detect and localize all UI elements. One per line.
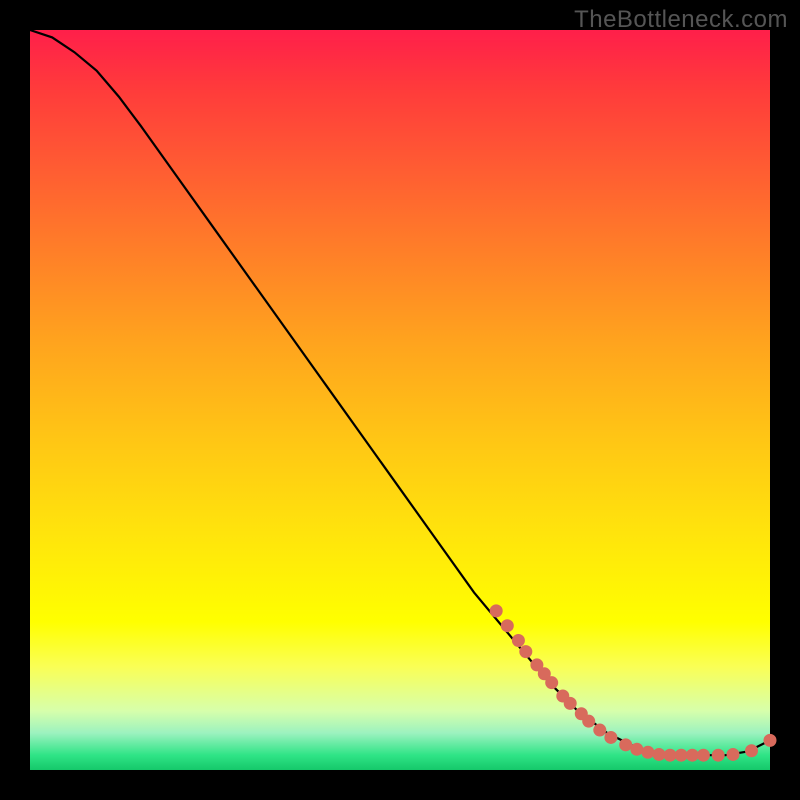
bottleneck-curve xyxy=(30,30,770,755)
data-point xyxy=(746,745,758,757)
data-point xyxy=(653,748,665,760)
data-point xyxy=(631,743,643,755)
data-point xyxy=(642,746,654,758)
data-points-group xyxy=(490,605,776,761)
data-point xyxy=(594,724,606,736)
data-point xyxy=(490,605,502,617)
data-point xyxy=(764,734,776,746)
data-point xyxy=(675,749,687,761)
data-point xyxy=(712,749,724,761)
data-point xyxy=(546,677,558,689)
data-point xyxy=(501,620,513,632)
data-point xyxy=(512,635,524,647)
chart-container: TheBottleneck.com xyxy=(0,0,800,800)
data-point xyxy=(727,748,739,760)
plot-area xyxy=(30,30,770,770)
data-point xyxy=(564,697,576,709)
data-point xyxy=(664,749,676,761)
data-point xyxy=(520,646,532,658)
data-point xyxy=(620,739,632,751)
chart-overlay xyxy=(30,30,770,770)
data-point xyxy=(583,715,595,727)
data-point xyxy=(605,731,617,743)
data-point xyxy=(686,749,698,761)
data-point xyxy=(697,749,709,761)
